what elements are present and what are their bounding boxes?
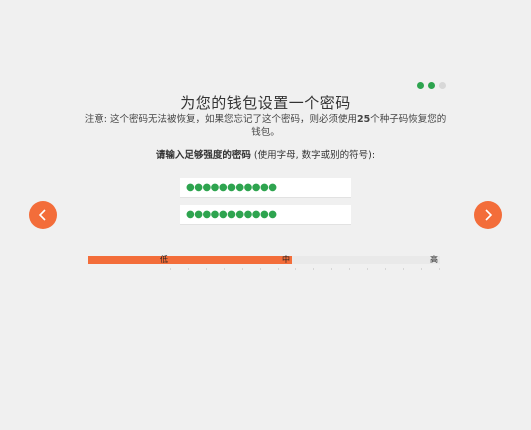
chevron-right-icon: [485, 209, 493, 221]
note-prefix: 注意: 这个密码无法被恢复，如果您忘记了这个密码，则必须使用: [84, 114, 357, 125]
password-prompt: 请输入足够强度的密码 (使用字母, 数字或别的符号):: [0, 147, 531, 161]
strength-label-mid: 中: [282, 255, 290, 264]
strength-ticks: [170, 268, 440, 270]
step-dot-2: [428, 82, 435, 89]
step-indicator: [417, 82, 446, 89]
chevron-left-icon: [38, 209, 46, 221]
confirm-password-field[interactable]: ●●●●●●●●●●●: [180, 205, 351, 225]
next-button[interactable]: [474, 201, 502, 229]
warning-note: 注意: 这个密码无法被恢复，如果您忘记了这个密码，则必须使用25个种子码恢复您的…: [84, 113, 447, 139]
step-dot-3: [439, 82, 446, 89]
password-field[interactable]: ●●●●●●●●●●●: [180, 178, 351, 198]
strength-label-high: 高: [430, 255, 438, 264]
seed-count: 25: [356, 114, 371, 125]
password-strength-meter: [88, 256, 440, 264]
previous-button[interactable]: [29, 201, 57, 229]
prompt-rest: (使用字母, 数字或别的符号):: [250, 150, 376, 161]
strength-meter-fill: [88, 256, 293, 264]
step-dot-1: [417, 82, 424, 89]
strength-label-low: 低: [160, 255, 168, 264]
page-title: 为您的钱包设置一个密码: [180, 94, 351, 112]
prompt-bold: 请输入足够强度的密码: [155, 150, 251, 161]
